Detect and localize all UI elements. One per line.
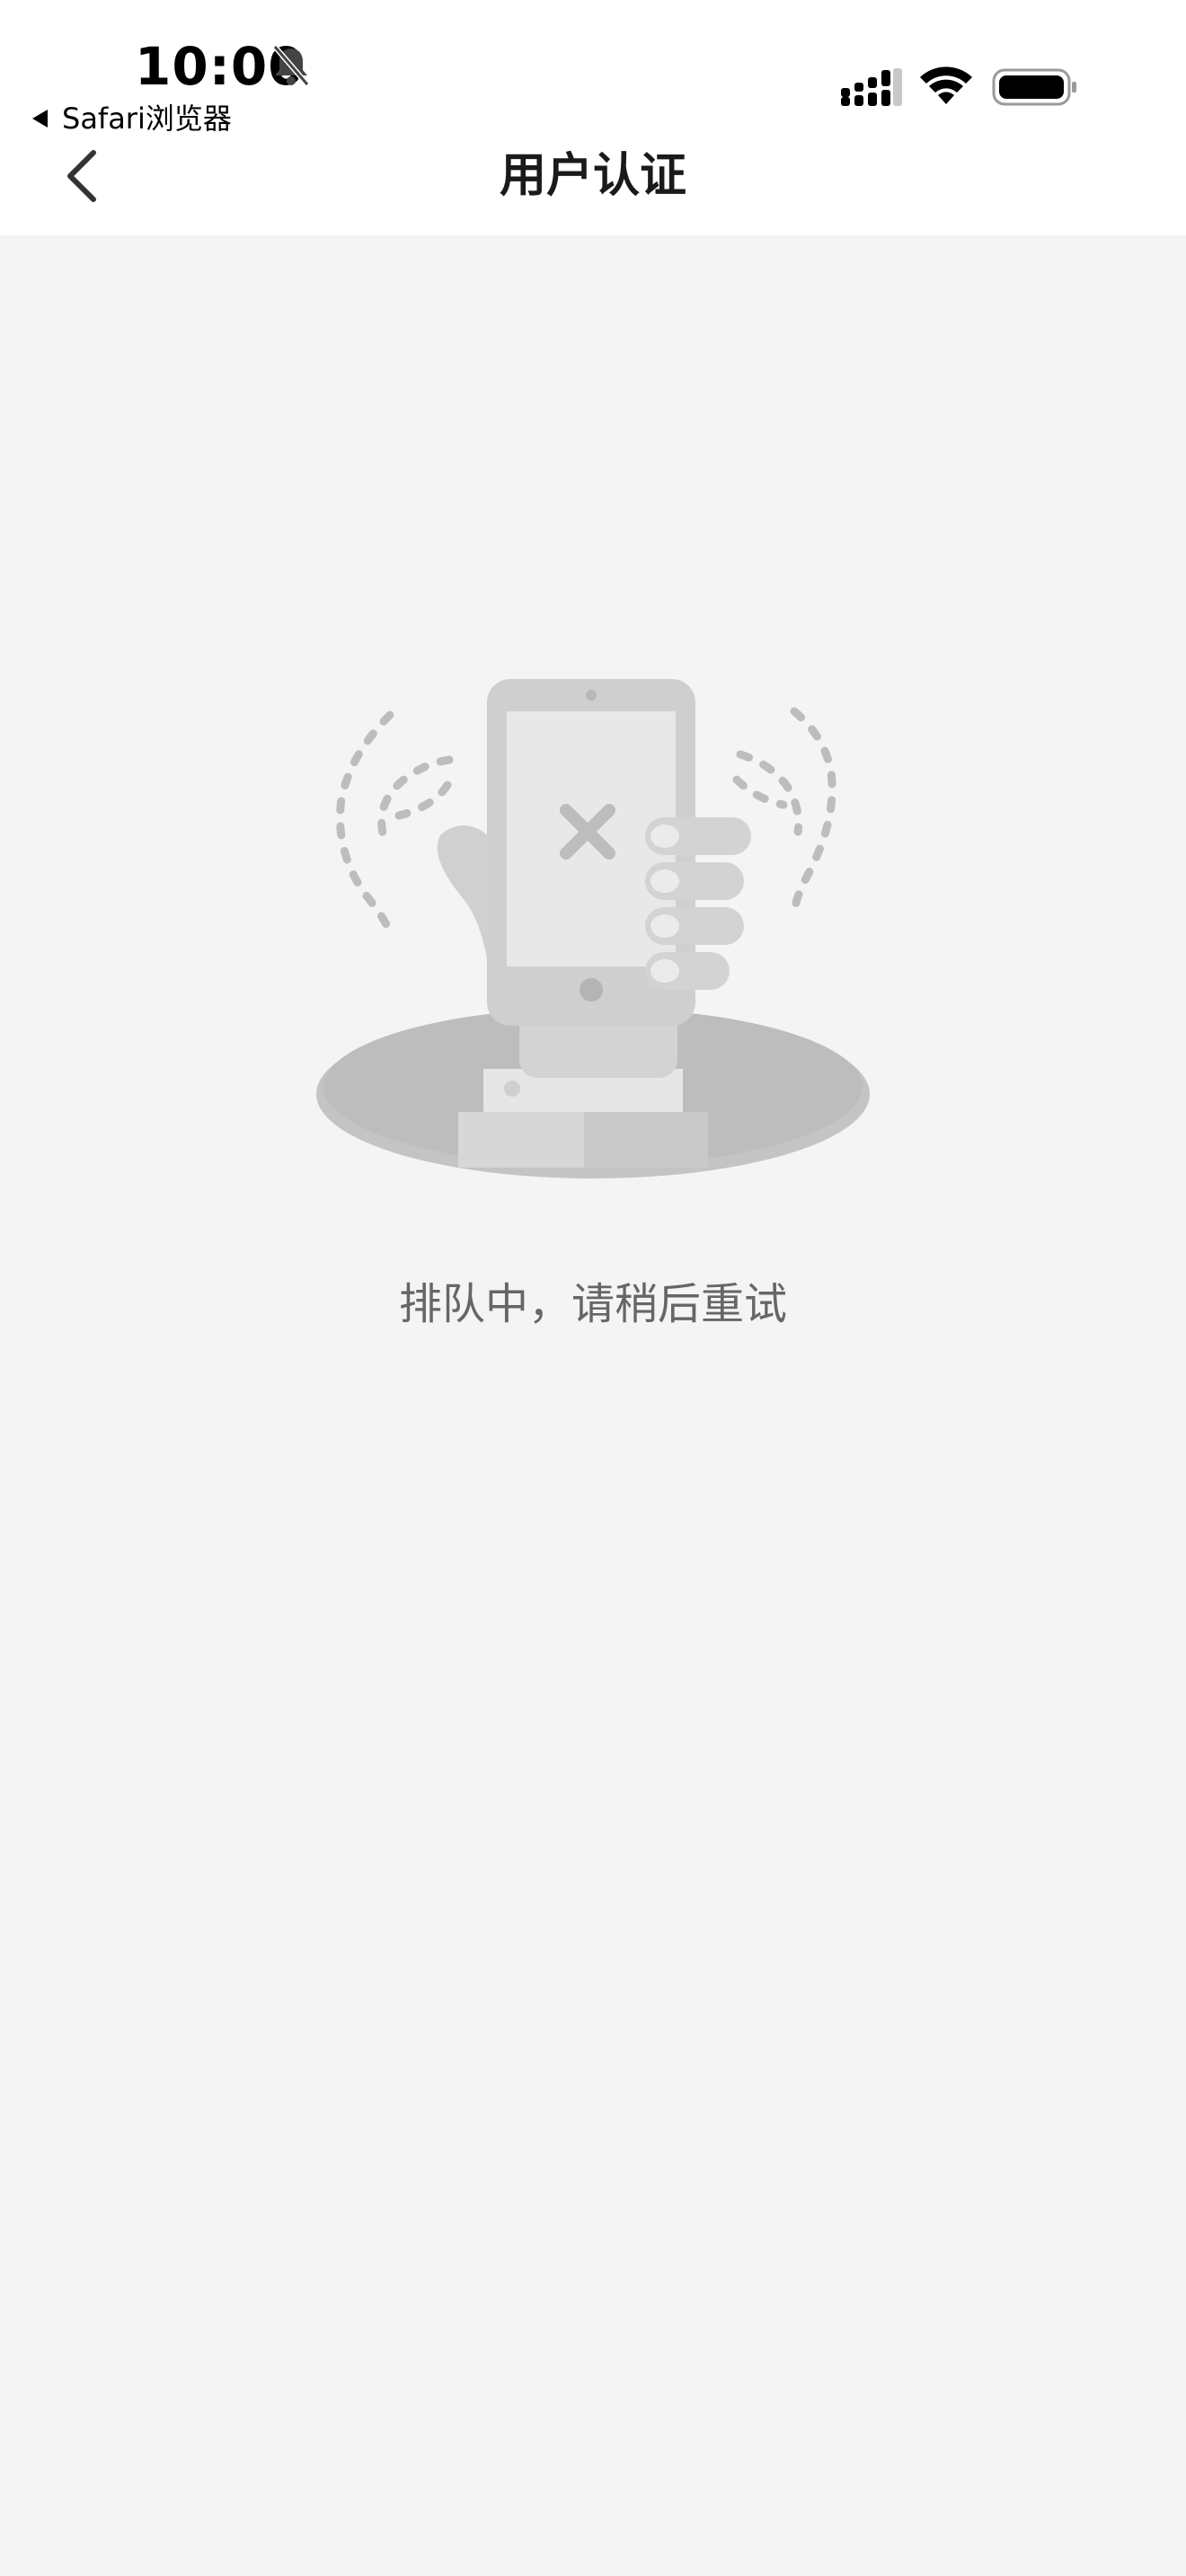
bell-off-icon — [272, 45, 310, 86]
signal-icon — [841, 68, 902, 106]
page: 10:00 Safari浏览器 用户认证 排队中，请稍后重试 — [0, 0, 1186, 2576]
back-to-safari-label: Safari浏览器 — [62, 101, 232, 136]
wifi-icon — [920, 66, 972, 104]
back-triangle-icon — [32, 110, 48, 128]
phone-error-hand-illustration — [316, 679, 870, 1178]
queue-status-message: 排队中，请稍后重试 — [398, 1279, 787, 1329]
page-title: 用户认证 — [499, 149, 686, 203]
battery-icon — [992, 68, 1076, 106]
back-to-safari[interactable]: Safari浏览器 — [32, 101, 232, 137]
top-bar: 10:00 Safari浏览器 用户认证 — [0, 0, 1186, 235]
